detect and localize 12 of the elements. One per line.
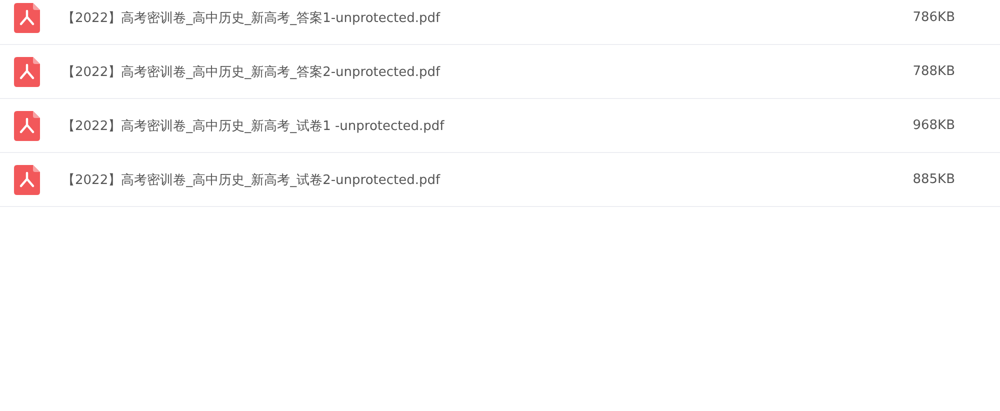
file-size: 786KB [912, 10, 955, 25]
file-name[interactable]: 【2022】高考密训卷_高中历史_新高考_答案2-unprotected.pdf [62, 62, 835, 80]
pdf-file-icon [14, 2, 40, 32]
file-name[interactable]: 【2022】高考密训卷_高中历史_新高考_答案1-unprotected.pdf [62, 8, 835, 26]
file-size: 885KB [912, 172, 955, 187]
file-name[interactable]: 【2022】高考密训卷_高中历史_新高考_试卷1 -unprotected.pdf [62, 116, 835, 134]
file-size: 788KB [912, 64, 955, 79]
pdf-file-icon [14, 110, 40, 140]
file-name[interactable]: 【2022】高考密训卷_高中历史_新高考_试卷2-unprotected.pdf [62, 170, 835, 188]
pdf-file-icon [14, 164, 40, 194]
file-size: 968KB [912, 118, 955, 133]
pdf-file-icon [14, 56, 40, 86]
